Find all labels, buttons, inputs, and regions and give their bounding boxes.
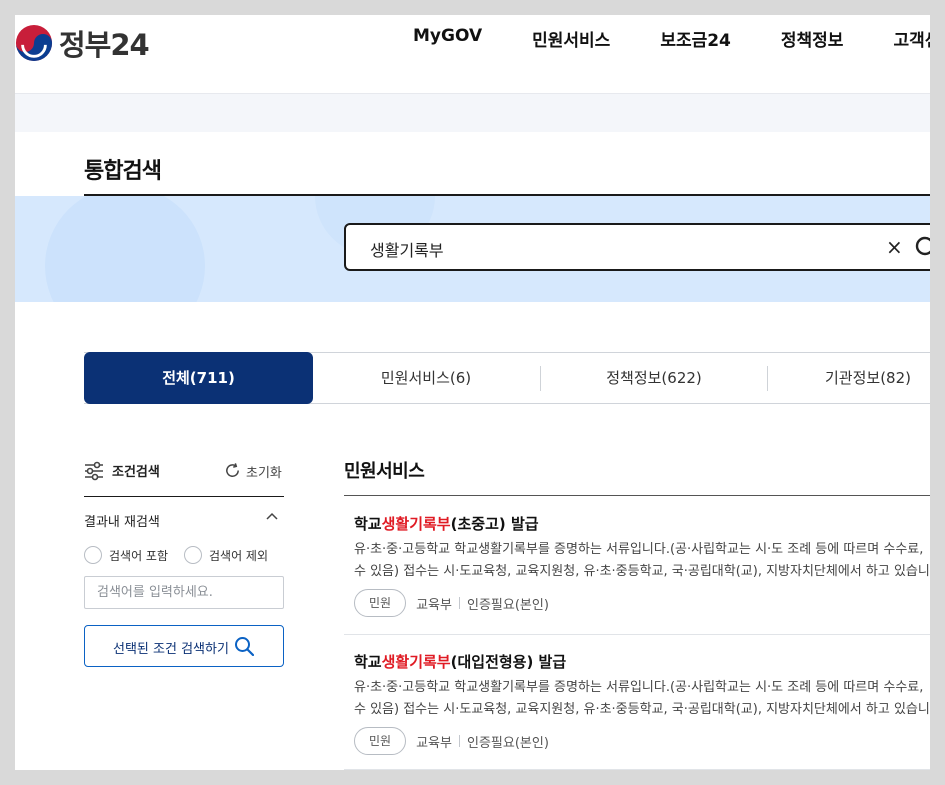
global-nav: MyGOV 민원서비스 보조금24 정책정보 고객센터 [413,26,930,51]
title-highlight[interactable]: 생활기록부 [382,515,451,533]
search-selected-conditions-button[interactable]: 선택된 조건 검색하기 [84,625,284,667]
refresh-icon[interactable] [224,462,241,479]
site-logo[interactable]: 정부24 [15,22,150,64]
filter-title: 조건검색 [112,465,160,480]
search-icon [235,637,254,656]
title-prefix[interactable]: 학교 [354,653,382,671]
desc-line: 수 있음) 접수는 시·도교육청, 교육지원청, 유·초·중등학교, 국·공립대… [354,702,930,717]
org-name: 교육부 [416,735,452,751]
tab-policy-info[interactable]: 정책정보(622) [541,353,767,403]
title-suffix[interactable]: (대입전형용) 발급 [451,653,567,671]
result-title-link[interactable]: 학교생활기록부(대입전형용) 발급 [354,651,566,672]
refine-search-title: 결과내 재검색 [84,515,160,530]
search-icon[interactable] [914,235,930,261]
title-highlight[interactable]: 생활기록부 [382,653,451,671]
title-prefix[interactable]: 학교 [354,515,382,533]
filter-header: 조건검색 초기화 [84,459,284,483]
search-input[interactable]: 생활기록부 × [344,223,930,271]
result-description: 유·초·중·고등학교 학교생활기록부를 증명하는 서류입니다.(공·사립학교는 … [354,539,930,583]
auth-required: 인증필요(본인) [466,597,549,613]
nav-policy-info[interactable]: 정책정보 [781,26,844,51]
tab-agency-info[interactable]: 기관정보(82) [768,353,930,403]
result-title-link[interactable]: 학교생활기록부(초중고) 발급 [354,513,539,534]
tab-all[interactable]: 전체(711) [84,352,313,404]
close-icon[interactable]: × [886,235,903,259]
hero-decoration [45,196,205,302]
logo-text: 정부24 [59,28,150,62]
site-header: 정부24 MyGOV 민원서비스 보조금24 정책정보 고객센터 [15,15,930,93]
submit-label: 선택된 조건 검색하기 [113,642,229,657]
refine-keyword-input[interactable] [84,576,284,609]
tab-civil-service[interactable]: 민원서비스(6) [313,353,539,403]
radio-include-keyword[interactable]: 검색어 포함 [84,546,168,564]
sub-bar [15,93,930,132]
category-tag: 민원 [354,727,407,755]
filter-divider [84,496,284,497]
meta-separator [458,597,460,609]
auth-required: 인증필요(본인) [466,735,549,751]
radio-label: 검색어 포함 [109,548,169,563]
result-tabs: 전체(711) 민원서비스(6) 정책정보(622) 기관정보(82) [84,352,930,404]
nav-mygov[interactable]: MyGOV [413,26,482,51]
radio-label: 검색어 제외 [209,548,269,563]
nav-subsidy24[interactable]: 보조금24 [660,26,731,51]
desc-line: 유·초·중·고등학교 학교생활기록부를 증명하는 서류입니다.(공·사립학교는 … [354,680,924,695]
meta-separator [458,735,460,747]
radio-circle[interactable] [84,546,102,564]
nav-customer-center[interactable]: 고객센터 [893,26,930,51]
result-meta: 민원 교육부 인증필요(본인) [354,589,549,617]
result-meta: 민원 교육부 인증필요(본인) [354,727,549,755]
sliders-icon [85,461,103,481]
result-divider [344,634,930,635]
reset-button[interactable]: 초기화 [246,462,282,481]
taegeuk-logo-icon [15,24,53,62]
nav-civil-service[interactable]: 민원서비스 [532,26,610,51]
chevron-up-icon[interactable] [266,511,278,523]
org-name: 교육부 [416,597,452,613]
desc-line: 수 있음) 접수는 시·도교육청, 교육지원청, 유·초·중등학교, 국·공립대… [354,564,930,579]
result-description: 유·초·중·고등학교 학교생활기록부를 증명하는 서류입니다.(공·사립학교는 … [354,677,930,721]
section-title: 민원서비스 [344,461,425,482]
page: 정부24 MyGOV 민원서비스 보조금24 정책정보 고객센터 통합검색 생활… [15,15,930,770]
radio-exclude-keyword[interactable]: 검색어 제외 [184,546,268,564]
search-input-value[interactable]: 생활기록부 [370,237,444,261]
result-divider [344,769,930,770]
page-title: 통합검색 [84,159,162,184]
title-suffix[interactable]: (초중고) 발급 [451,515,539,533]
category-tag: 민원 [354,589,407,617]
desc-line: 유·초·중·고등학교 학교생활기록부를 증명하는 서류입니다.(공·사립학교는 … [354,542,924,557]
radio-circle[interactable] [184,546,202,564]
section-divider [344,495,930,496]
